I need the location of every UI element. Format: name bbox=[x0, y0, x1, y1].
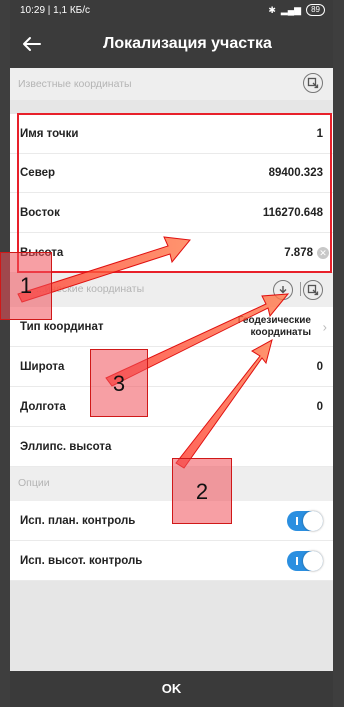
annotation-label-1: 1 bbox=[0, 252, 52, 320]
annotation-arrows bbox=[17, 236, 290, 469]
arrow-2 bbox=[175, 339, 273, 469]
annotation-label-3: 3 bbox=[90, 349, 148, 417]
annotation-label-2: 2 bbox=[172, 458, 232, 524]
